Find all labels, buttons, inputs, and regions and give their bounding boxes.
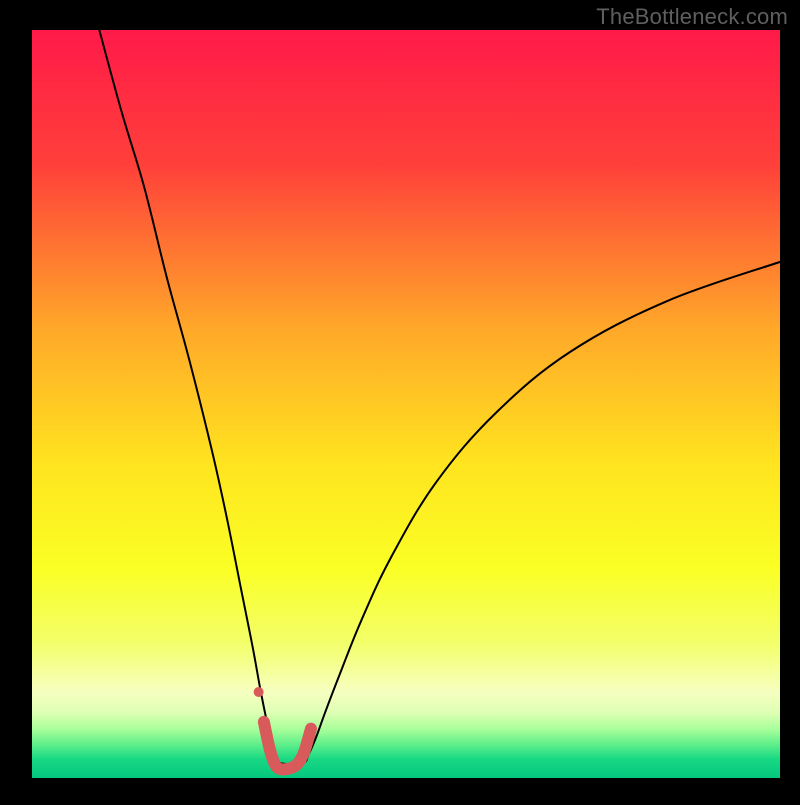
plot-area [32, 30, 780, 778]
marker-group [254, 687, 264, 697]
bottleneck-chart [0, 0, 800, 800]
chart-frame: TheBottleneck.com [0, 0, 800, 800]
watermark-text: TheBottleneck.com [596, 4, 788, 30]
optimal-dot [254, 687, 264, 697]
